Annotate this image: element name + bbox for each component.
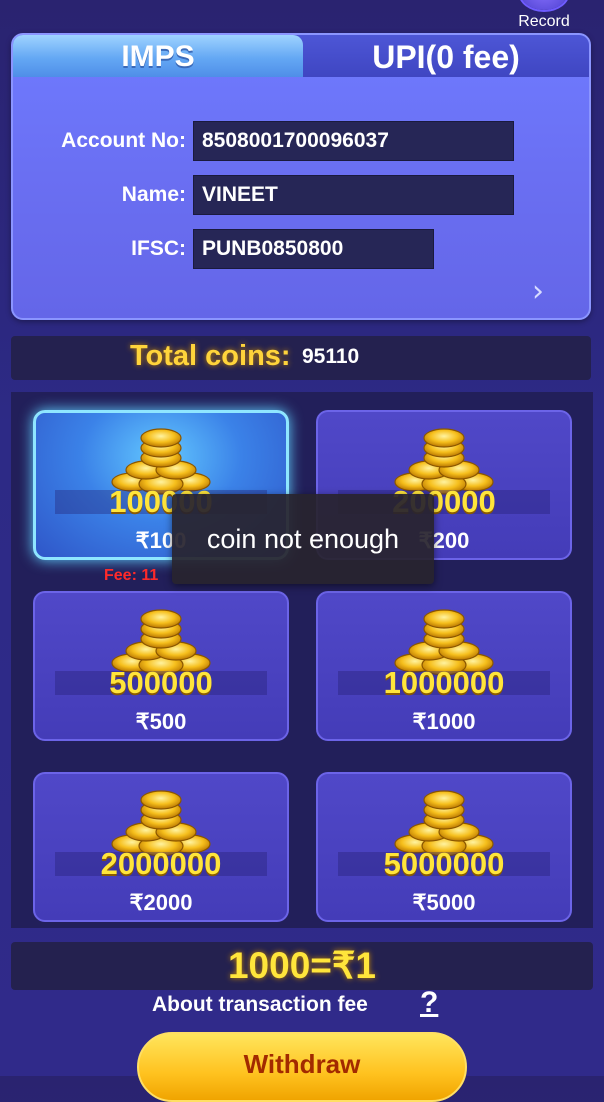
fee-text: Fee: 11 xyxy=(104,567,159,584)
coin-amount: 1000000 xyxy=(383,665,505,700)
ifsc-field[interactable]: PUNB0850800 xyxy=(193,229,434,269)
account-no-label: Account No: xyxy=(61,129,186,152)
help-icon[interactable]: ? xyxy=(420,986,438,1020)
total-coins-bar xyxy=(11,336,591,380)
tab-upi[interactable]: UPI(0 fee) xyxy=(303,35,589,77)
coin-amount: 5000000 xyxy=(383,846,505,881)
withdraw-button[interactable]: Withdraw xyxy=(137,1032,467,1102)
ifsc-label: IFSC: xyxy=(131,237,186,260)
name-label: Name: xyxy=(121,183,186,206)
rupee-price: ₹500 xyxy=(135,709,187,734)
rupee-price: ₹2000 xyxy=(129,890,193,915)
record-label[interactable]: Record xyxy=(512,13,576,31)
total-coins-value: 95110 xyxy=(302,345,360,368)
rupee-price: ₹1000 xyxy=(412,709,476,734)
toast-message: coin not enough xyxy=(172,494,434,584)
account-no-field[interactable]: 8508001700096037 xyxy=(193,121,514,161)
record-icon[interactable] xyxy=(520,0,568,10)
rupee-price: ₹5000 xyxy=(412,890,476,915)
coin-amount: 500000 xyxy=(109,665,213,700)
exchange-rate: 1000=₹1 xyxy=(227,945,377,986)
about-transaction-fee[interactable]: About transaction fee xyxy=(152,993,368,1017)
name-field[interactable]: VINEET xyxy=(193,175,514,215)
total-coins-label: Total coins: xyxy=(130,340,291,372)
coin-amount: 2000000 xyxy=(100,846,222,881)
chevron-right-icon[interactable]: › xyxy=(532,274,544,309)
tab-imps[interactable]: IMPS xyxy=(13,35,303,77)
